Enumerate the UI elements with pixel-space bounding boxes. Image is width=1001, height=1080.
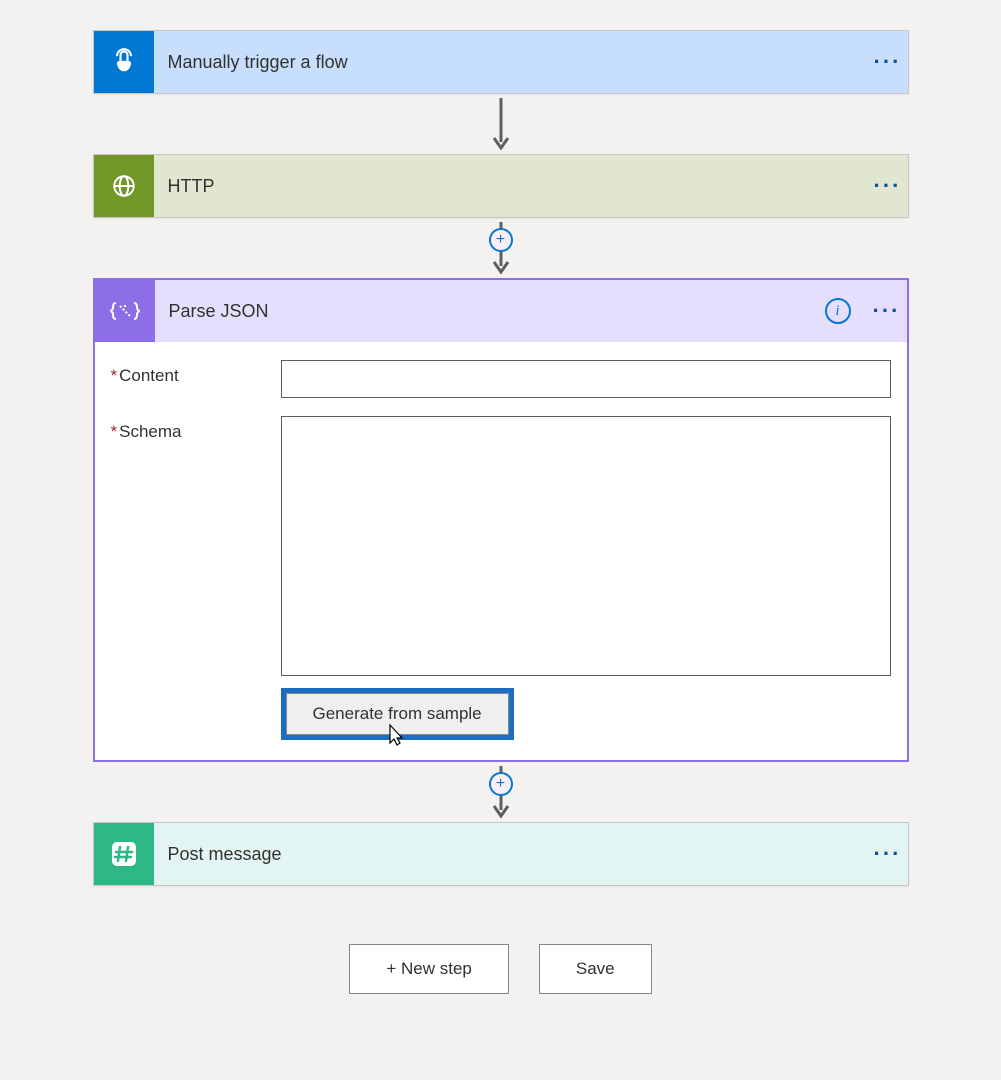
- post-message-title: Post message: [168, 844, 868, 865]
- footer-buttons: + New step Save: [349, 944, 651, 994]
- schema-label: *Schema: [111, 416, 281, 676]
- info-icon[interactable]: i: [825, 298, 851, 324]
- generate-from-sample-button[interactable]: Generate from sample: [286, 693, 509, 735]
- save-button[interactable]: Save: [539, 944, 652, 994]
- arrow-connector-add-2: +: [492, 762, 510, 822]
- trigger-card[interactable]: Manually trigger a flow ···: [93, 30, 909, 94]
- parse-json-header[interactable]: Parse JSON i ···: [95, 280, 907, 342]
- content-label: *Content: [111, 360, 281, 398]
- arrow-connector-add: +: [492, 218, 510, 278]
- touch-icon: [94, 31, 154, 93]
- post-message-header[interactable]: Post message ···: [94, 823, 908, 885]
- hash-icon: [94, 823, 154, 885]
- globe-icon: [94, 155, 154, 217]
- trigger-more[interactable]: ···: [868, 51, 908, 73]
- post-message-more[interactable]: ···: [868, 843, 908, 865]
- flow-canvas: Manually trigger a flow ··· HTTP ···: [0, 30, 1001, 994]
- trigger-header[interactable]: Manually trigger a flow ···: [94, 31, 908, 93]
- schema-row: *Schema: [111, 416, 891, 676]
- parse-json-more[interactable]: ···: [867, 300, 907, 322]
- generate-highlight: Generate from sample: [281, 688, 514, 740]
- arrow-connector: [492, 94, 510, 154]
- trigger-title: Manually trigger a flow: [168, 52, 868, 73]
- content-input[interactable]: [281, 360, 891, 398]
- code-braces-icon: [95, 280, 155, 342]
- post-message-card[interactable]: Post message ···: [93, 822, 909, 886]
- http-more[interactable]: ···: [868, 175, 908, 197]
- add-step-button-2[interactable]: +: [489, 772, 513, 796]
- new-step-button[interactable]: + New step: [349, 944, 509, 994]
- content-row: *Content: [111, 360, 891, 398]
- parse-json-title: Parse JSON: [169, 301, 825, 322]
- parse-json-body: *Content *Schema Generate from sample: [95, 342, 907, 760]
- http-title: HTTP: [168, 176, 868, 197]
- http-card[interactable]: HTTP ···: [93, 154, 909, 218]
- parse-json-card: Parse JSON i ··· *Content *Schema Genera…: [93, 278, 909, 762]
- schema-input[interactable]: [281, 416, 891, 676]
- http-header[interactable]: HTTP ···: [94, 155, 908, 217]
- arrow-down-icon: [492, 98, 510, 150]
- add-step-button[interactable]: +: [489, 228, 513, 252]
